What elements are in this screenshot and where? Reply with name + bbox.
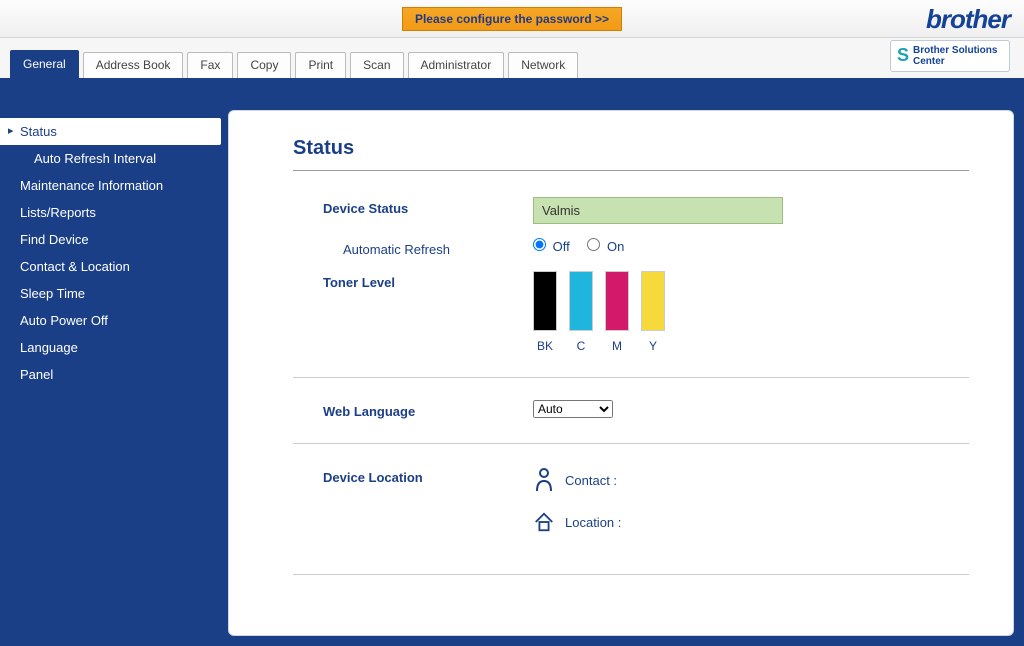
toner-bk: BK [533, 271, 557, 353]
row-web-language: Web Language Auto [293, 400, 969, 419]
contact-icon [533, 466, 555, 494]
toner-c: C [569, 271, 593, 353]
toner-bar-outer-m [605, 271, 629, 331]
solutions-icon: S [897, 46, 909, 66]
sidebar-item-auto-power-off[interactable]: Auto Power Off [0, 307, 220, 334]
device-location-label: Device Location [293, 466, 533, 485]
row-device-status: Device Status Valmis [293, 197, 969, 224]
brother-logo: brother [926, 4, 1010, 35]
tab-address-book[interactable]: Address Book [83, 52, 184, 78]
location-icon [533, 508, 555, 536]
sidebar-item-sleep-time[interactable]: Sleep Time [0, 280, 220, 307]
location-label: Location : [565, 515, 621, 530]
toner-m: M [605, 271, 629, 353]
toner-label-y: Y [641, 339, 665, 353]
toner-label-bk: BK [533, 339, 557, 353]
auto-refresh-on-label: On [607, 239, 624, 254]
toner-bar-inner-y [642, 272, 664, 330]
top-banner: Please configure the password >> brother [0, 0, 1024, 38]
toner-label-c: C [569, 339, 593, 353]
row-device-location: Device Location Contact : [293, 466, 969, 550]
configure-password-button[interactable]: Please configure the password >> [402, 7, 622, 31]
section-rule-3 [293, 574, 969, 575]
auto-refresh-off[interactable]: Off [533, 239, 573, 254]
toner-block: BK CMY [533, 271, 969, 353]
auto-refresh-off-label: Off [553, 239, 570, 254]
sidebar-item-contact-location[interactable]: Contact & Location [0, 253, 220, 280]
contact-row: Contact : [533, 466, 969, 494]
solutions-center-link[interactable]: S Brother Solutions Center [890, 40, 1010, 72]
sidebar-item-lists-reports[interactable]: Lists/Reports [0, 199, 220, 226]
location-row: Location : [533, 508, 969, 536]
auto-refresh-off-radio[interactable] [533, 238, 546, 251]
web-language-select[interactable]: Auto [533, 400, 613, 418]
sidebar-item-panel[interactable]: Panel [0, 361, 220, 388]
device-status-value: Valmis [533, 197, 783, 224]
section-rule-2 [293, 443, 969, 444]
sidebar-item-status[interactable]: Status [0, 118, 221, 145]
sidebar-item-find-device[interactable]: Find Device [0, 226, 220, 253]
page-title: Status [293, 137, 969, 160]
auto-refresh-on[interactable]: On [587, 239, 624, 254]
web-language-label: Web Language [293, 400, 533, 419]
device-status-label: Device Status [293, 197, 533, 216]
content-card: Status Device Status Valmis Automatic Re… [228, 110, 1014, 636]
toner-bar-inner-m [606, 272, 628, 330]
section-rule-1 [293, 377, 969, 378]
auto-refresh-radios: Off On [533, 238, 969, 254]
sidebar-item-language[interactable]: Language [0, 334, 220, 361]
contact-label: Contact : [565, 473, 617, 488]
sidebar: StatusAuto Refresh IntervalMaintenance I… [0, 86, 220, 646]
toner-bar-inner-c [570, 272, 592, 330]
solutions-center-label: Brother Solutions Center [913, 45, 1003, 67]
title-rule [293, 170, 969, 171]
tab-administrator[interactable]: Administrator [408, 52, 505, 78]
auto-refresh-label: Automatic Refresh [293, 238, 533, 257]
tab-copy[interactable]: Copy [237, 52, 291, 78]
main-area: StatusAuto Refresh IntervalMaintenance I… [0, 78, 1024, 646]
auto-refresh-on-radio[interactable] [587, 238, 600, 251]
content-outer: Status Device Status Valmis Automatic Re… [220, 86, 1024, 646]
toner-bar-outer-y [641, 271, 665, 331]
toner-y: Y [641, 271, 665, 353]
tab-fax[interactable]: Fax [187, 52, 233, 78]
tab-network[interactable]: Network [508, 52, 578, 78]
tab-bar: GeneralAddress BookFaxCopyPrintScanAdmin… [0, 38, 1024, 78]
sidebar-item-maintenance-information[interactable]: Maintenance Information [0, 172, 220, 199]
toner-level-label: Toner Level [293, 271, 533, 290]
row-auto-refresh: Automatic Refresh Off On [293, 238, 969, 257]
toner-bar-inner-bk [534, 272, 556, 330]
tab-print[interactable]: Print [295, 52, 346, 78]
sidebar-item-auto-refresh-interval[interactable]: Auto Refresh Interval [0, 145, 220, 172]
toner-label-m: M [605, 339, 629, 353]
row-toner-level: Toner Level BK CMY [293, 271, 969, 353]
tab-scan[interactable]: Scan [350, 52, 403, 78]
toner-bar-outer-c [569, 271, 593, 331]
tab-general[interactable]: General [10, 50, 79, 78]
toner-bar-outer-bk [533, 271, 557, 331]
